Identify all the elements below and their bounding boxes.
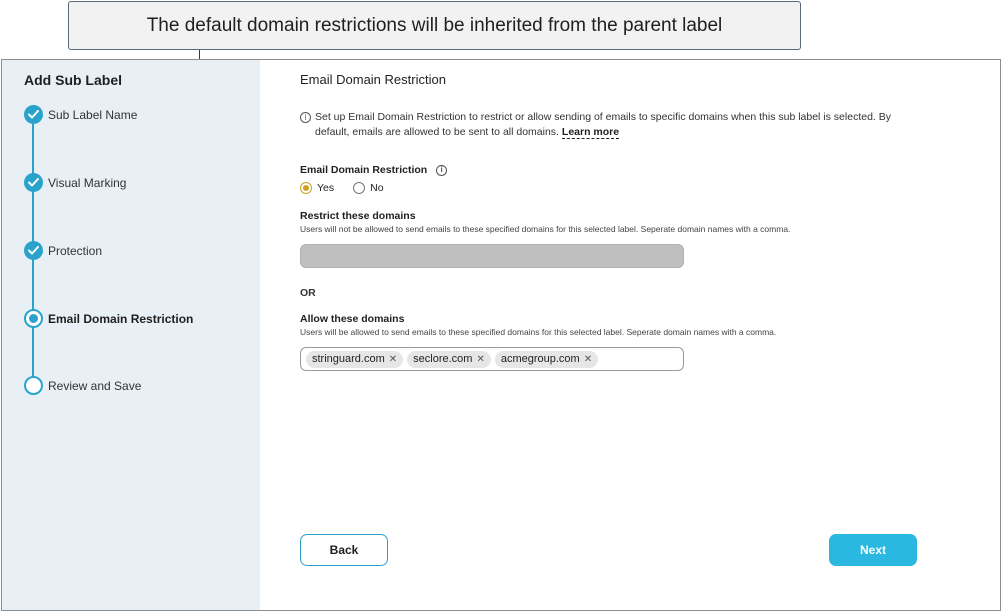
step-email-domain-restriction[interactable]: Email Domain Restriction — [24, 309, 193, 328]
close-icon[interactable]: ✕ — [389, 354, 397, 365]
allow-domains-input[interactable]: stringuard.com ✕ seclore.com ✕ acmegroup… — [300, 347, 684, 371]
step-review-and-save[interactable]: Review and Save — [24, 376, 141, 395]
domain-chip: acmegroup.com ✕ — [494, 350, 599, 368]
restrict-domains-help: Users will not be allowed to send emails… — [300, 224, 791, 234]
next-button[interactable]: Next — [829, 534, 917, 566]
restriction-label-row: Email Domain Restriction i — [300, 164, 448, 176]
step-label: Email Domain Restriction — [48, 311, 194, 326]
callout-box: The default domain restrictions will be … — [68, 1, 801, 50]
back-button[interactable]: Back — [300, 534, 388, 566]
info-message: i Set up Email Domain Restriction to res… — [300, 110, 910, 140]
close-icon[interactable]: ✕ — [476, 354, 484, 365]
check-icon — [24, 105, 43, 124]
restrict-domains-input — [300, 244, 684, 268]
step-label: Visual Marking — [48, 175, 127, 190]
check-icon — [24, 241, 43, 260]
section-title: Email Domain Restriction — [300, 72, 446, 87]
close-icon[interactable]: ✕ — [584, 354, 592, 365]
or-separator: OR — [300, 287, 316, 299]
step-sub-label-name[interactable]: Sub Label Name — [24, 105, 137, 124]
radio-no-label: No — [370, 182, 384, 194]
allow-domains-label: Allow these domains — [300, 313, 405, 325]
main-content: Email Domain Restriction i Set up Email … — [300, 60, 940, 610]
domain-chip: seclore.com ✕ — [407, 350, 491, 368]
info-icon: i — [300, 112, 311, 123]
restriction-radio-group: Yes No — [300, 182, 398, 194]
domain-chip-text: stringuard.com — [312, 353, 385, 365]
current-step-icon — [24, 309, 43, 328]
domain-chip-text: seclore.com — [413, 353, 473, 365]
radio-yes-label: Yes — [317, 182, 335, 194]
allow-domains-help: Users will be allowed to send emails to … — [300, 327, 777, 337]
step-protection[interactable]: Protection — [24, 241, 102, 260]
restrict-domains-label: Restrict these domains — [300, 210, 416, 222]
step-label: Protection — [48, 243, 103, 258]
step-visual-marking[interactable]: Visual Marking — [24, 173, 126, 192]
step-label: Review and Save — [48, 378, 142, 393]
sidebar-title: Add Sub Label — [24, 72, 122, 88]
callout-text: The default domain restrictions will be … — [146, 14, 723, 36]
step-label: Sub Label Name — [48, 107, 138, 122]
learn-more-link[interactable]: Learn more — [561, 126, 620, 139]
info-icon[interactable]: i — [436, 164, 448, 176]
app-window: Add Sub Label Sub Label Name Visual Mark… — [1, 59, 1001, 611]
radio-yes[interactable] — [300, 182, 312, 194]
pending-step-icon — [24, 376, 43, 395]
check-icon — [24, 173, 43, 192]
domain-chip: stringuard.com ✕ — [306, 350, 404, 368]
restriction-label: Email Domain Restriction — [300, 164, 428, 176]
radio-no[interactable] — [353, 182, 366, 194]
wizard-sidebar: Add Sub Label Sub Label Name Visual Mark… — [2, 60, 260, 610]
domain-chip-text: acmegroup.com — [500, 353, 580, 365]
